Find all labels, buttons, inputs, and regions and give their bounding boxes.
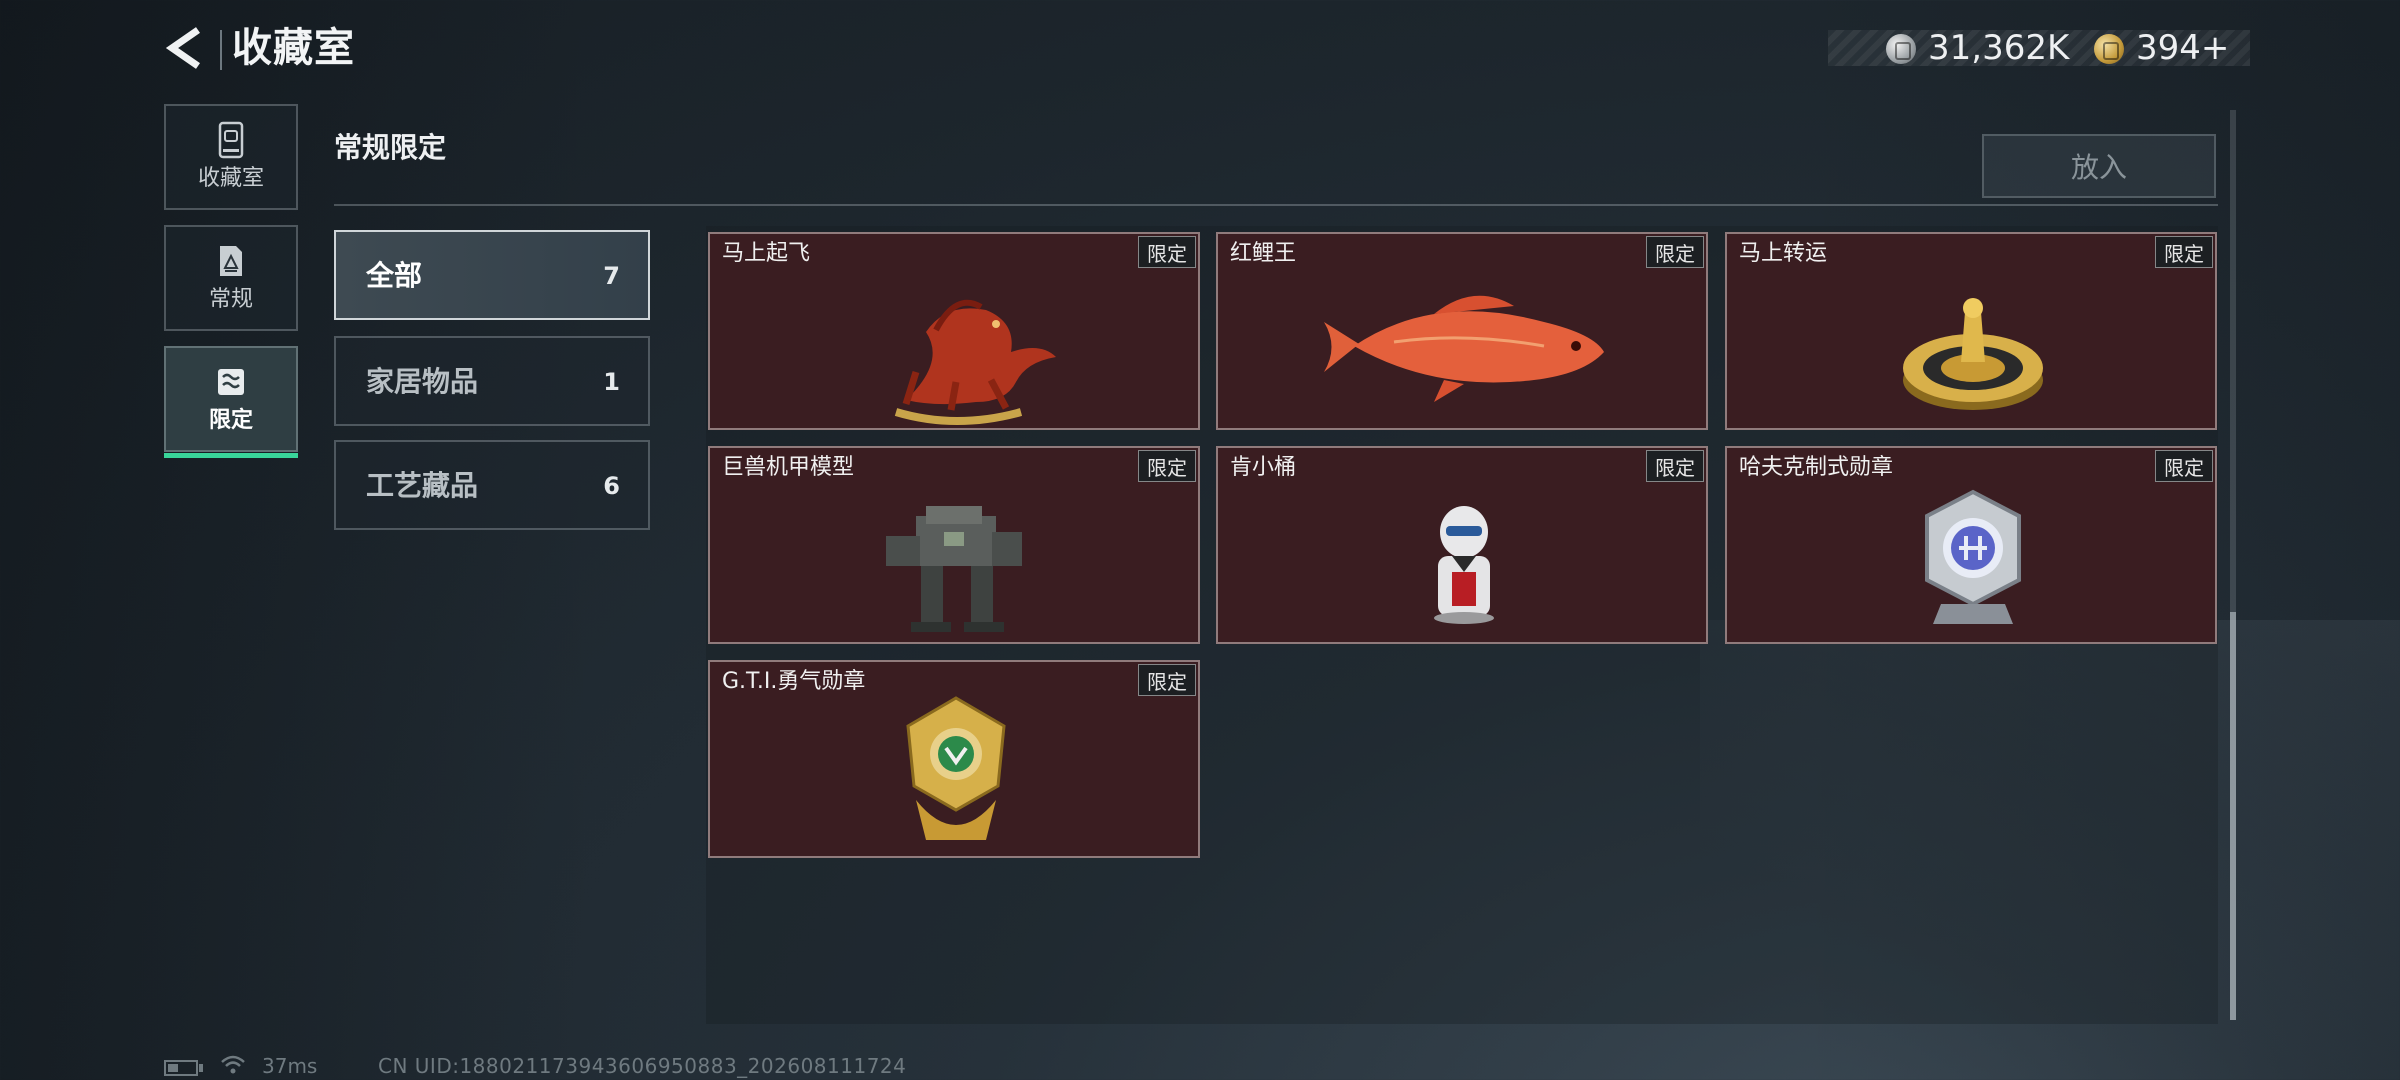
category-all[interactable]: 全部 7 <box>334 230 650 320</box>
back-arrow-icon <box>165 27 200 69</box>
category-count: 6 <box>603 472 620 500</box>
back-button[interactable] <box>160 22 208 74</box>
scrollbar-thumb[interactable] <box>2230 612 2236 1020</box>
selected-tab-indicator <box>164 453 298 458</box>
silver-medal-icon <box>1925 489 2021 624</box>
gold-coin-icon <box>2094 34 2124 64</box>
category-crafts[interactable]: 工艺藏品 6 <box>334 440 650 530</box>
section-title: 常规限定 <box>334 131 447 164</box>
user-uid: CN UID:18802117394360695088​3_2026081117… <box>378 1054 907 1078</box>
wifi-icon <box>221 1055 245 1074</box>
limited-badge: 限定 <box>1138 236 1196 268</box>
item-name: 红鲤王 <box>1230 241 1297 266</box>
battery-icon <box>164 1060 198 1076</box>
item-card[interactable]: 红鲤王 限定 <box>1216 232 1708 430</box>
item-name: 马上起飞 <box>722 241 811 266</box>
sidebar-item-label: 常规 <box>208 287 253 312</box>
item-name: 马上转运 <box>1739 241 1828 266</box>
limited-badge: 限定 <box>1138 664 1196 696</box>
item-card[interactable]: 马上起飞 限定 <box>708 232 1200 430</box>
page-title: 收藏室 <box>232 25 355 71</box>
category-count: 7 <box>603 262 620 290</box>
red-carp-icon <box>1324 295 1604 402</box>
gold-currency-amount[interactable]: 394+ <box>2136 26 2229 70</box>
item-card[interactable]: 马上转运 限定 <box>1725 232 2217 430</box>
category-count: 1 <box>603 368 620 396</box>
silver-currency-amount: 31,362K <box>1928 28 2070 68</box>
item-card[interactable]: 哈夫克制式勋章 限定 <box>1725 446 2217 644</box>
standard-item-icon <box>220 246 242 276</box>
category-label: 家居物品 <box>366 365 479 398</box>
category-label: 工艺藏品 <box>366 469 479 502</box>
battery-tip <box>199 1064 203 1072</box>
ping-readout: 37ms <box>262 1054 318 1078</box>
gold-medal-icon <box>906 696 1006 840</box>
limited-badge: 限定 <box>2155 236 2213 268</box>
limited-badge: 限定 <box>2155 450 2213 482</box>
category-label: 全部 <box>366 259 423 292</box>
mech-model-icon <box>886 506 1022 632</box>
section-divider <box>334 204 2218 206</box>
rocking-horse-icon <box>894 299 1056 425</box>
sidebar-item-label: 收藏室 <box>197 166 264 191</box>
category-furniture[interactable]: 家居物品 1 <box>334 336 650 426</box>
limited-badge: 限定 <box>1138 450 1196 482</box>
sidebar-item-standard[interactable]: 常规 <box>164 225 298 331</box>
chef-figurine-icon <box>1434 506 1494 624</box>
item-card[interactable]: G.T.I.勇气勋章 限定 <box>708 660 1200 858</box>
limited-badge: 限定 <box>1646 236 1704 268</box>
limited-item-icon <box>218 369 244 395</box>
sidebar-item-collection-room[interactable]: 收藏室 <box>164 104 298 210</box>
silver-coin-icon <box>1886 34 1916 64</box>
item-card[interactable]: 巨兽机甲模型 限定 <box>708 446 1200 644</box>
put-in-button[interactable]: 放入 <box>1982 134 2216 198</box>
sidebar-item-label: 限定 <box>208 408 253 433</box>
header-divider <box>220 30 222 70</box>
item-name: 肯小桶 <box>1230 455 1297 480</box>
item-card[interactable]: 肯小桶 限定 <box>1216 446 1708 644</box>
sidebar-item-limited[interactable]: 限定 <box>164 346 298 458</box>
display-case-icon <box>218 121 244 159</box>
limited-badge: 限定 <box>1646 450 1704 482</box>
gold-seal-icon <box>1903 298 2043 410</box>
